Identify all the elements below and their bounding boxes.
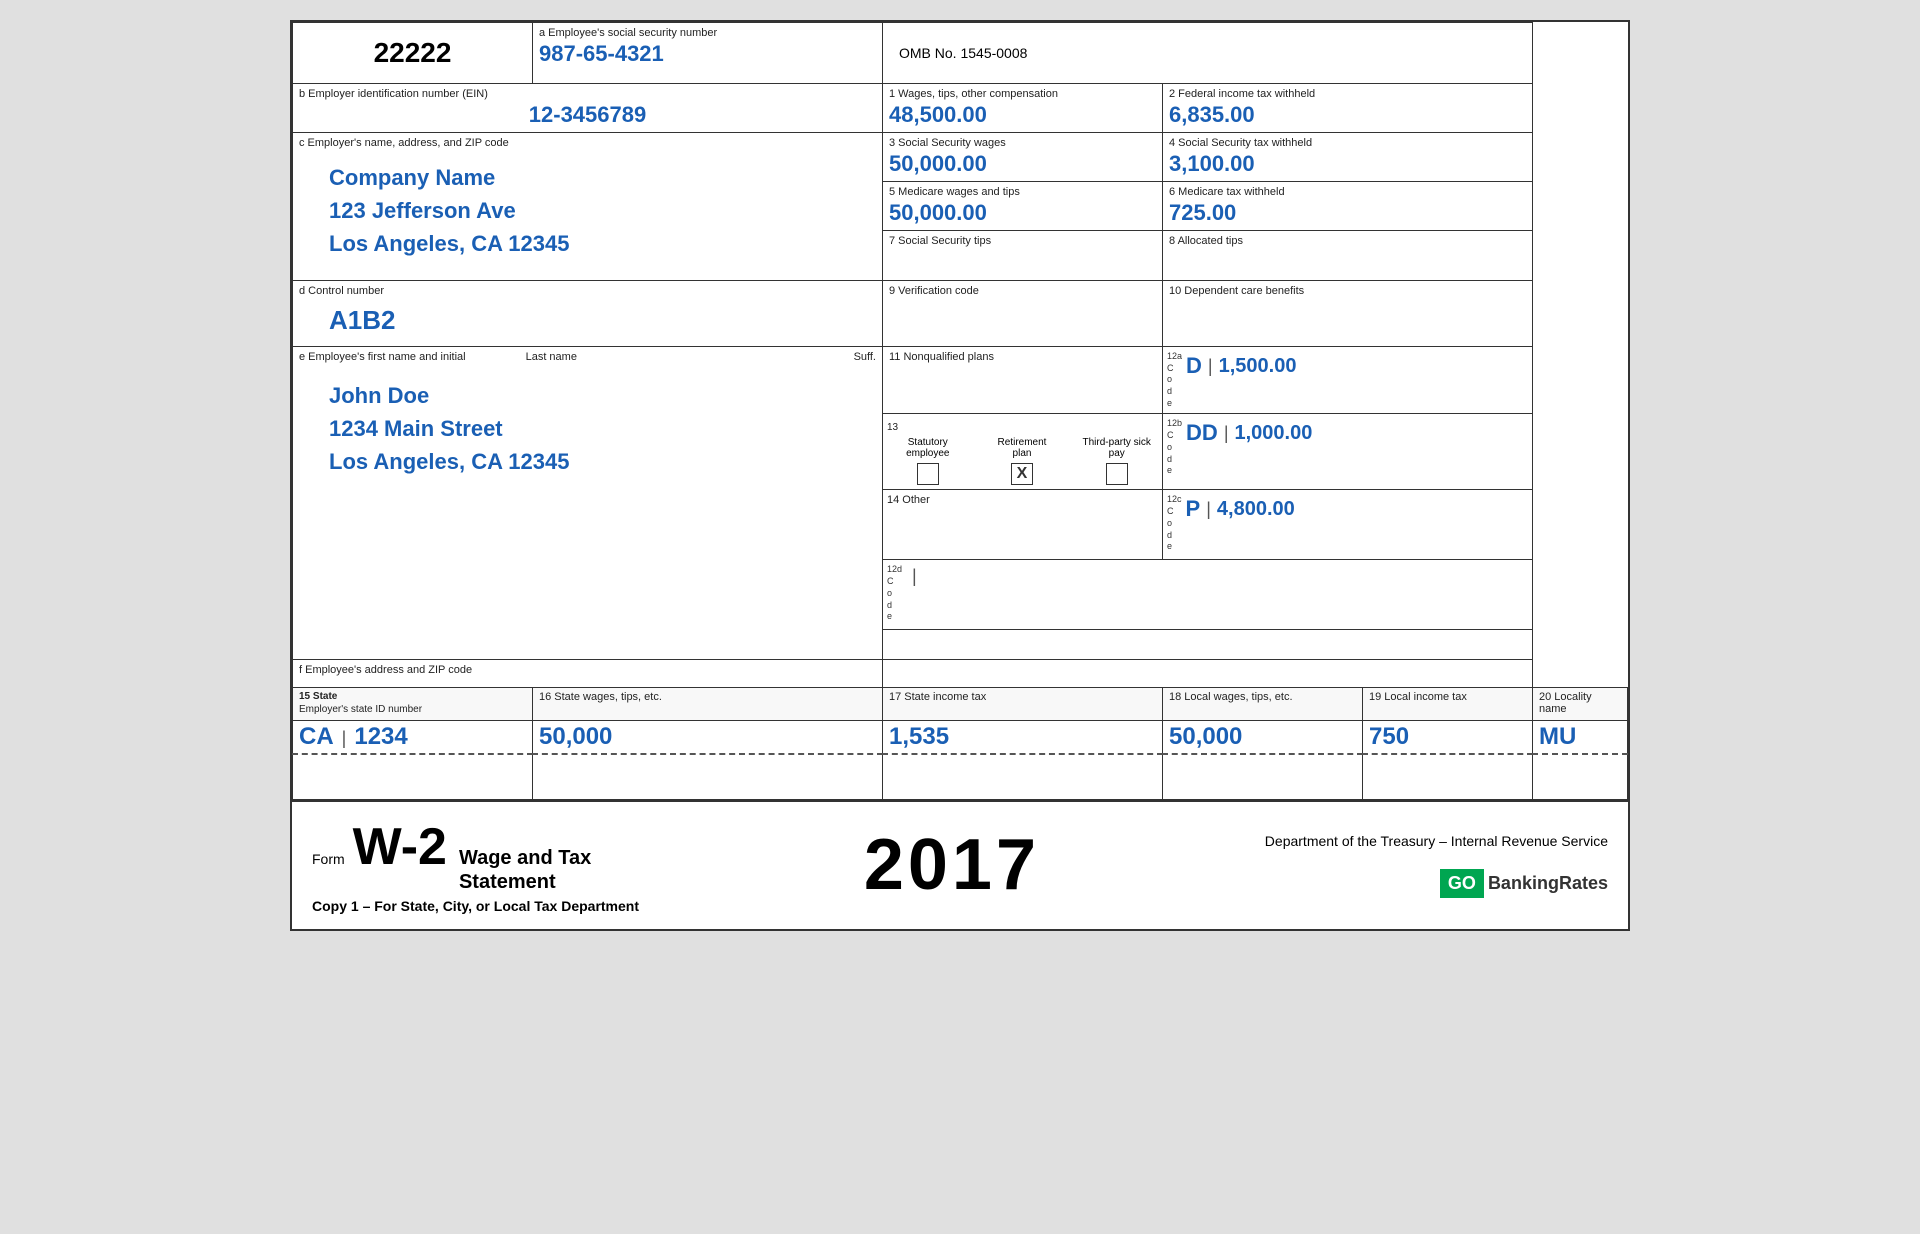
box12d-label: 12d [887, 564, 902, 576]
box12c-code: P [1186, 496, 1201, 522]
box4-label: 4 Social Security tax withheld [1169, 137, 1526, 149]
footer-title1: Wage and Tax [459, 846, 591, 870]
footer-year: 2017 [864, 825, 1040, 905]
footer-title2: Statement [459, 870, 591, 894]
control-value: A1B2 [299, 299, 876, 342]
box7-label: 7 Social Security tips [889, 235, 1156, 247]
employee-address-label: f Employee's address and ZIP code [299, 664, 876, 676]
employee-name-label: e Employee's first name and initial [299, 351, 466, 363]
box12b-value: 1,000.00 [1235, 422, 1313, 445]
box19-label: 19 Local income tax [1369, 691, 1526, 703]
box13-third-checkbox [1106, 463, 1128, 485]
box3-label: 3 Social Security wages [889, 137, 1156, 149]
omb-number: OMB No. 1545-0008 [889, 45, 1027, 61]
footer-right: Department of the Treasury – Internal Re… [1265, 833, 1608, 898]
box13-ret-checkbox: X [1011, 463, 1033, 485]
box16-label: 16 State wages, tips, etc. [539, 691, 876, 703]
box12a-code: D [1186, 353, 1202, 379]
box12a-label: 12a [1167, 351, 1182, 363]
go-banking-logo: GO BankingRates [1440, 869, 1608, 898]
box12a-value: 1,500.00 [1219, 355, 1297, 378]
ssn-value: 987-65-4321 [539, 41, 664, 66]
box2-value: 6,835.00 [1169, 102, 1526, 128]
box9-label: 9 Verification code [889, 285, 1156, 297]
box5-label: 5 Medicare wages and tips [889, 186, 1156, 198]
box13-third-label: Third-party sick pay [1075, 437, 1158, 459]
employee-address: John Doe 1234 Main Street Los Angeles, C… [299, 369, 876, 488]
control-label: d Control number [299, 285, 876, 297]
go-logo-text: GO [1440, 869, 1484, 898]
box18-value: 50,000 [1169, 723, 1242, 750]
box13-stat-label: Statutory employee [887, 437, 969, 459]
employee-last-label: Last name [526, 351, 577, 363]
box6-value: 725.00 [1169, 200, 1526, 226]
box5-value: 50,000.00 [889, 200, 1156, 226]
banking-rates-text: BankingRates [1488, 873, 1608, 894]
ein-label: b Employer identification number (EIN) [299, 88, 876, 100]
box18-label: 18 Local wages, tips, etc. [1169, 691, 1356, 703]
box12b-code: DD [1186, 420, 1218, 446]
box16-value: 50,000 [539, 723, 612, 750]
footer-year-area: 2017 [864, 824, 1040, 906]
box12b-label: 12b [1167, 418, 1182, 430]
w2-letter: W-2 [353, 817, 447, 877]
box15-state-label: 15 State [299, 691, 526, 702]
box13-stat-checkbox [917, 463, 939, 485]
box11-label: 11 Nonqualified plans [889, 351, 1156, 363]
box12c-label: 12c [1167, 494, 1182, 506]
box15-id-label: Employer's state ID number [299, 704, 526, 715]
box2-label: 2 Federal income tax withheld [1169, 88, 1526, 100]
box6-label: 6 Medicare tax withheld [1169, 186, 1526, 198]
box15-id-value: 1234 [354, 723, 407, 751]
box14-label: 14 Other [887, 494, 1158, 506]
box10-label: 10 Dependent care benefits [1169, 285, 1526, 297]
footer-form-text: Form [312, 851, 345, 867]
box8-label: 8 Allocated tips [1169, 235, 1526, 247]
employer-address: Company Name 123 Jefferson Ave Los Angel… [299, 151, 876, 270]
box1-value: 48,500.00 [889, 102, 1156, 128]
box20-value: MU [1539, 723, 1576, 750]
box13-label: 13 [887, 422, 898, 433]
form-number: 22222 [299, 27, 526, 79]
box12c-value: 4,800.00 [1217, 498, 1295, 521]
box3-value: 50,000.00 [889, 151, 1156, 177]
box19-value: 750 [1369, 723, 1409, 750]
footer-copy: Copy 1 – For State, City, or Local Tax D… [312, 898, 639, 914]
ssn-label: a Employee's social security number [539, 27, 876, 39]
form-footer: Form W-2 Wage and Tax Statement Copy 1 –… [292, 800, 1628, 929]
employer-name-label: c Employer's name, address, and ZIP code [299, 137, 876, 149]
w2-form: 22222 a Employee's social security numbe… [292, 22, 1628, 800]
box20-label: 20 Locality name [1539, 691, 1621, 715]
box17-label: 17 State income tax [889, 691, 1156, 703]
box13-ret-label: Retirement plan [989, 437, 1056, 459]
employee-suff: Suff. [854, 351, 876, 363]
footer-irs: Department of the Treasury – Internal Re… [1265, 833, 1608, 849]
box4-value: 3,100.00 [1169, 151, 1526, 177]
footer-brand: Form W-2 Wage and Tax Statement Copy 1 –… [312, 817, 639, 914]
box17-value: 1,535 [889, 723, 949, 750]
ein-value: 12-3456789 [299, 102, 876, 128]
box1-label: 1 Wages, tips, other compensation [889, 88, 1156, 100]
box15-state-value: CA [299, 723, 334, 751]
w2-brand-area: Form W-2 Wage and Tax Statement [312, 817, 639, 894]
box13-checkboxes: Statutory employee Retirement plan X Thi… [887, 437, 1158, 485]
